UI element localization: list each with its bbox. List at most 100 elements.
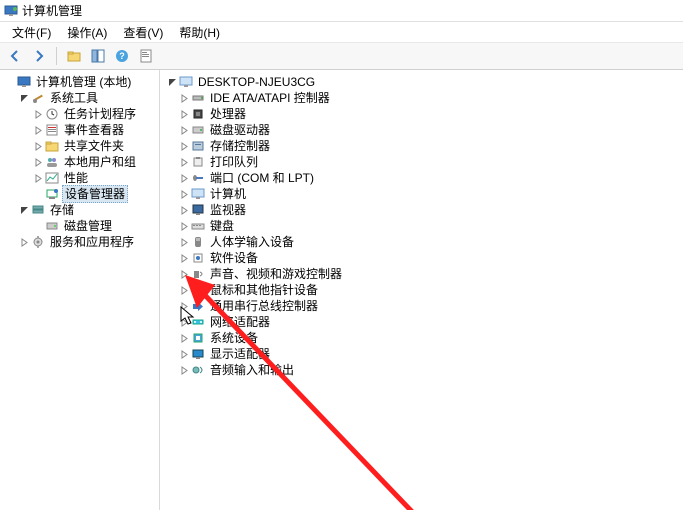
menu-action[interactable]: 操作(A) (59, 22, 115, 43)
system-tools-node[interactable]: 系统工具 任务计划程序 (16, 90, 157, 202)
device-category-node[interactable]: 声音、视频和游戏控制器 (176, 266, 681, 282)
device-category-node[interactable]: 音频输入和输出 (176, 362, 681, 378)
expander-closed-icon[interactable] (178, 252, 190, 264)
services-apps-node[interactable]: 服务和应用程序 (16, 234, 157, 250)
device-category-node[interactable]: 显示适配器 (176, 346, 681, 362)
show-tree-button[interactable] (87, 45, 109, 67)
device-category-label: 监视器 (208, 202, 248, 218)
expander-closed-icon[interactable] (178, 236, 190, 248)
expander-closed-icon[interactable] (178, 188, 190, 200)
device-category-node[interactable]: 磁盘驱动器 (176, 122, 681, 138)
device-category-node[interactable]: 系统设备 (176, 330, 681, 346)
forward-button[interactable] (28, 45, 50, 67)
device-category-label: IDE ATA/ATAPI 控制器 (208, 90, 332, 106)
device-category-label: 网络适配器 (208, 314, 272, 330)
expander-open-icon[interactable] (166, 76, 178, 88)
properties-button[interactable] (135, 45, 157, 67)
device-category-node[interactable]: 鼠标和其他指针设备 (176, 282, 681, 298)
expander-closed-icon[interactable] (32, 140, 44, 152)
expander-closed-icon[interactable] (178, 364, 190, 376)
shared-folders-label: 共享文件夹 (62, 138, 126, 154)
storage-node[interactable]: 存储 磁盘管理 (16, 202, 157, 234)
expander-none (32, 188, 44, 200)
device-category-node[interactable]: 通用串行总线控制器 (176, 298, 681, 314)
expander-closed-icon[interactable] (178, 300, 190, 312)
device-category-node[interactable]: 存储控制器 (176, 138, 681, 154)
device-manager-node[interactable]: 设备管理器 (30, 186, 157, 202)
device-category-node[interactable]: 打印队列 (176, 154, 681, 170)
expander-closed-icon[interactable] (178, 156, 190, 168)
toolbar: ? (0, 42, 683, 70)
expander-closed-icon[interactable] (178, 140, 190, 152)
disk-mgmt-node[interactable]: 磁盘管理 (30, 218, 157, 234)
device-mgr-icon (44, 186, 60, 202)
expander-closed-icon[interactable] (178, 92, 190, 104)
device-category-icon (190, 282, 206, 298)
expander-closed-icon[interactable] (178, 268, 190, 280)
expander-none (32, 220, 44, 232)
performance-label: 性能 (62, 170, 90, 186)
device-category-icon (190, 362, 206, 378)
device-category-icon (190, 170, 206, 186)
expander-closed-icon[interactable] (18, 236, 30, 248)
device-category-node[interactable]: 键盘 (176, 218, 681, 234)
storage-label: 存储 (48, 202, 76, 218)
device-category-node[interactable]: 软件设备 (176, 250, 681, 266)
expander-closed-icon[interactable] (32, 108, 44, 120)
expander-closed-icon[interactable] (32, 172, 44, 184)
expander-closed-icon[interactable] (178, 332, 190, 344)
device-category-node[interactable]: 网络适配器 (176, 314, 681, 330)
expander-closed-icon[interactable] (178, 284, 190, 296)
help-button[interactable]: ? (111, 45, 133, 67)
expander-closed-icon[interactable] (178, 348, 190, 360)
device-manager-label: 设备管理器 (62, 185, 128, 203)
device-category-label: 鼠标和其他指针设备 (208, 282, 320, 298)
computer-root-node[interactable]: DESKTOP-NJEU3CG IDE ATA/ATAPI 控制器处理器磁盘驱动… (162, 74, 681, 378)
expander-open-icon[interactable] (18, 92, 30, 104)
pc-icon (178, 74, 194, 90)
device-category-icon (190, 122, 206, 138)
task-scheduler-node[interactable]: 任务计划程序 (30, 106, 157, 122)
left-root-node[interactable]: 计算机管理 (本地) 系统工具 (2, 74, 157, 250)
device-category-icon (190, 346, 206, 362)
device-category-node[interactable]: 计算机 (176, 186, 681, 202)
expander-closed-icon[interactable] (178, 172, 190, 184)
expander-closed-icon[interactable] (32, 156, 44, 168)
app-icon (4, 4, 18, 18)
expander-open-icon[interactable] (18, 204, 30, 216)
device-category-icon (190, 90, 206, 106)
menu-help[interactable]: 帮助(H) (171, 22, 228, 43)
device-category-icon (190, 330, 206, 346)
svg-text:?: ? (119, 51, 125, 61)
left-root-label: 计算机管理 (本地) (34, 74, 133, 90)
right-tree-pane: DESKTOP-NJEU3CG IDE ATA/ATAPI 控制器处理器磁盘驱动… (160, 70, 683, 510)
device-category-node[interactable]: 监视器 (176, 202, 681, 218)
event-viewer-node[interactable]: 事件查看器 (30, 122, 157, 138)
device-category-label: 存储控制器 (208, 138, 272, 154)
device-category-node[interactable]: 处理器 (176, 106, 681, 122)
shared-folders-node[interactable]: 共享文件夹 (30, 138, 157, 154)
menu-view[interactable]: 查看(V) (115, 22, 171, 43)
window-title: 计算机管理 (22, 2, 82, 19)
expander-closed-icon[interactable] (178, 204, 190, 216)
up-folder-button[interactable] (63, 45, 85, 67)
menu-bar: 文件(F) 操作(A) 查看(V) 帮助(H) (0, 22, 683, 42)
local-users-node[interactable]: 本地用户和组 (30, 154, 157, 170)
expander-icon[interactable] (4, 76, 16, 88)
device-category-node[interactable]: 人体学输入设备 (176, 234, 681, 250)
performance-node[interactable]: 性能 (30, 170, 157, 186)
storage-icon (30, 202, 46, 218)
expander-closed-icon[interactable] (178, 124, 190, 136)
device-category-node[interactable]: 端口 (COM 和 LPT) (176, 170, 681, 186)
expander-closed-icon[interactable] (178, 220, 190, 232)
device-category-node[interactable]: IDE ATA/ATAPI 控制器 (176, 90, 681, 106)
expander-closed-icon[interactable] (178, 108, 190, 120)
disk-icon (44, 218, 60, 234)
services-apps-label: 服务和应用程序 (48, 234, 136, 250)
menu-file[interactable]: 文件(F) (4, 22, 59, 43)
device-category-label: 通用串行总线控制器 (208, 298, 320, 314)
expander-closed-icon[interactable] (32, 124, 44, 136)
computer-name-label: DESKTOP-NJEU3CG (196, 74, 317, 90)
expander-closed-icon[interactable] (178, 316, 190, 328)
back-button[interactable] (4, 45, 26, 67)
